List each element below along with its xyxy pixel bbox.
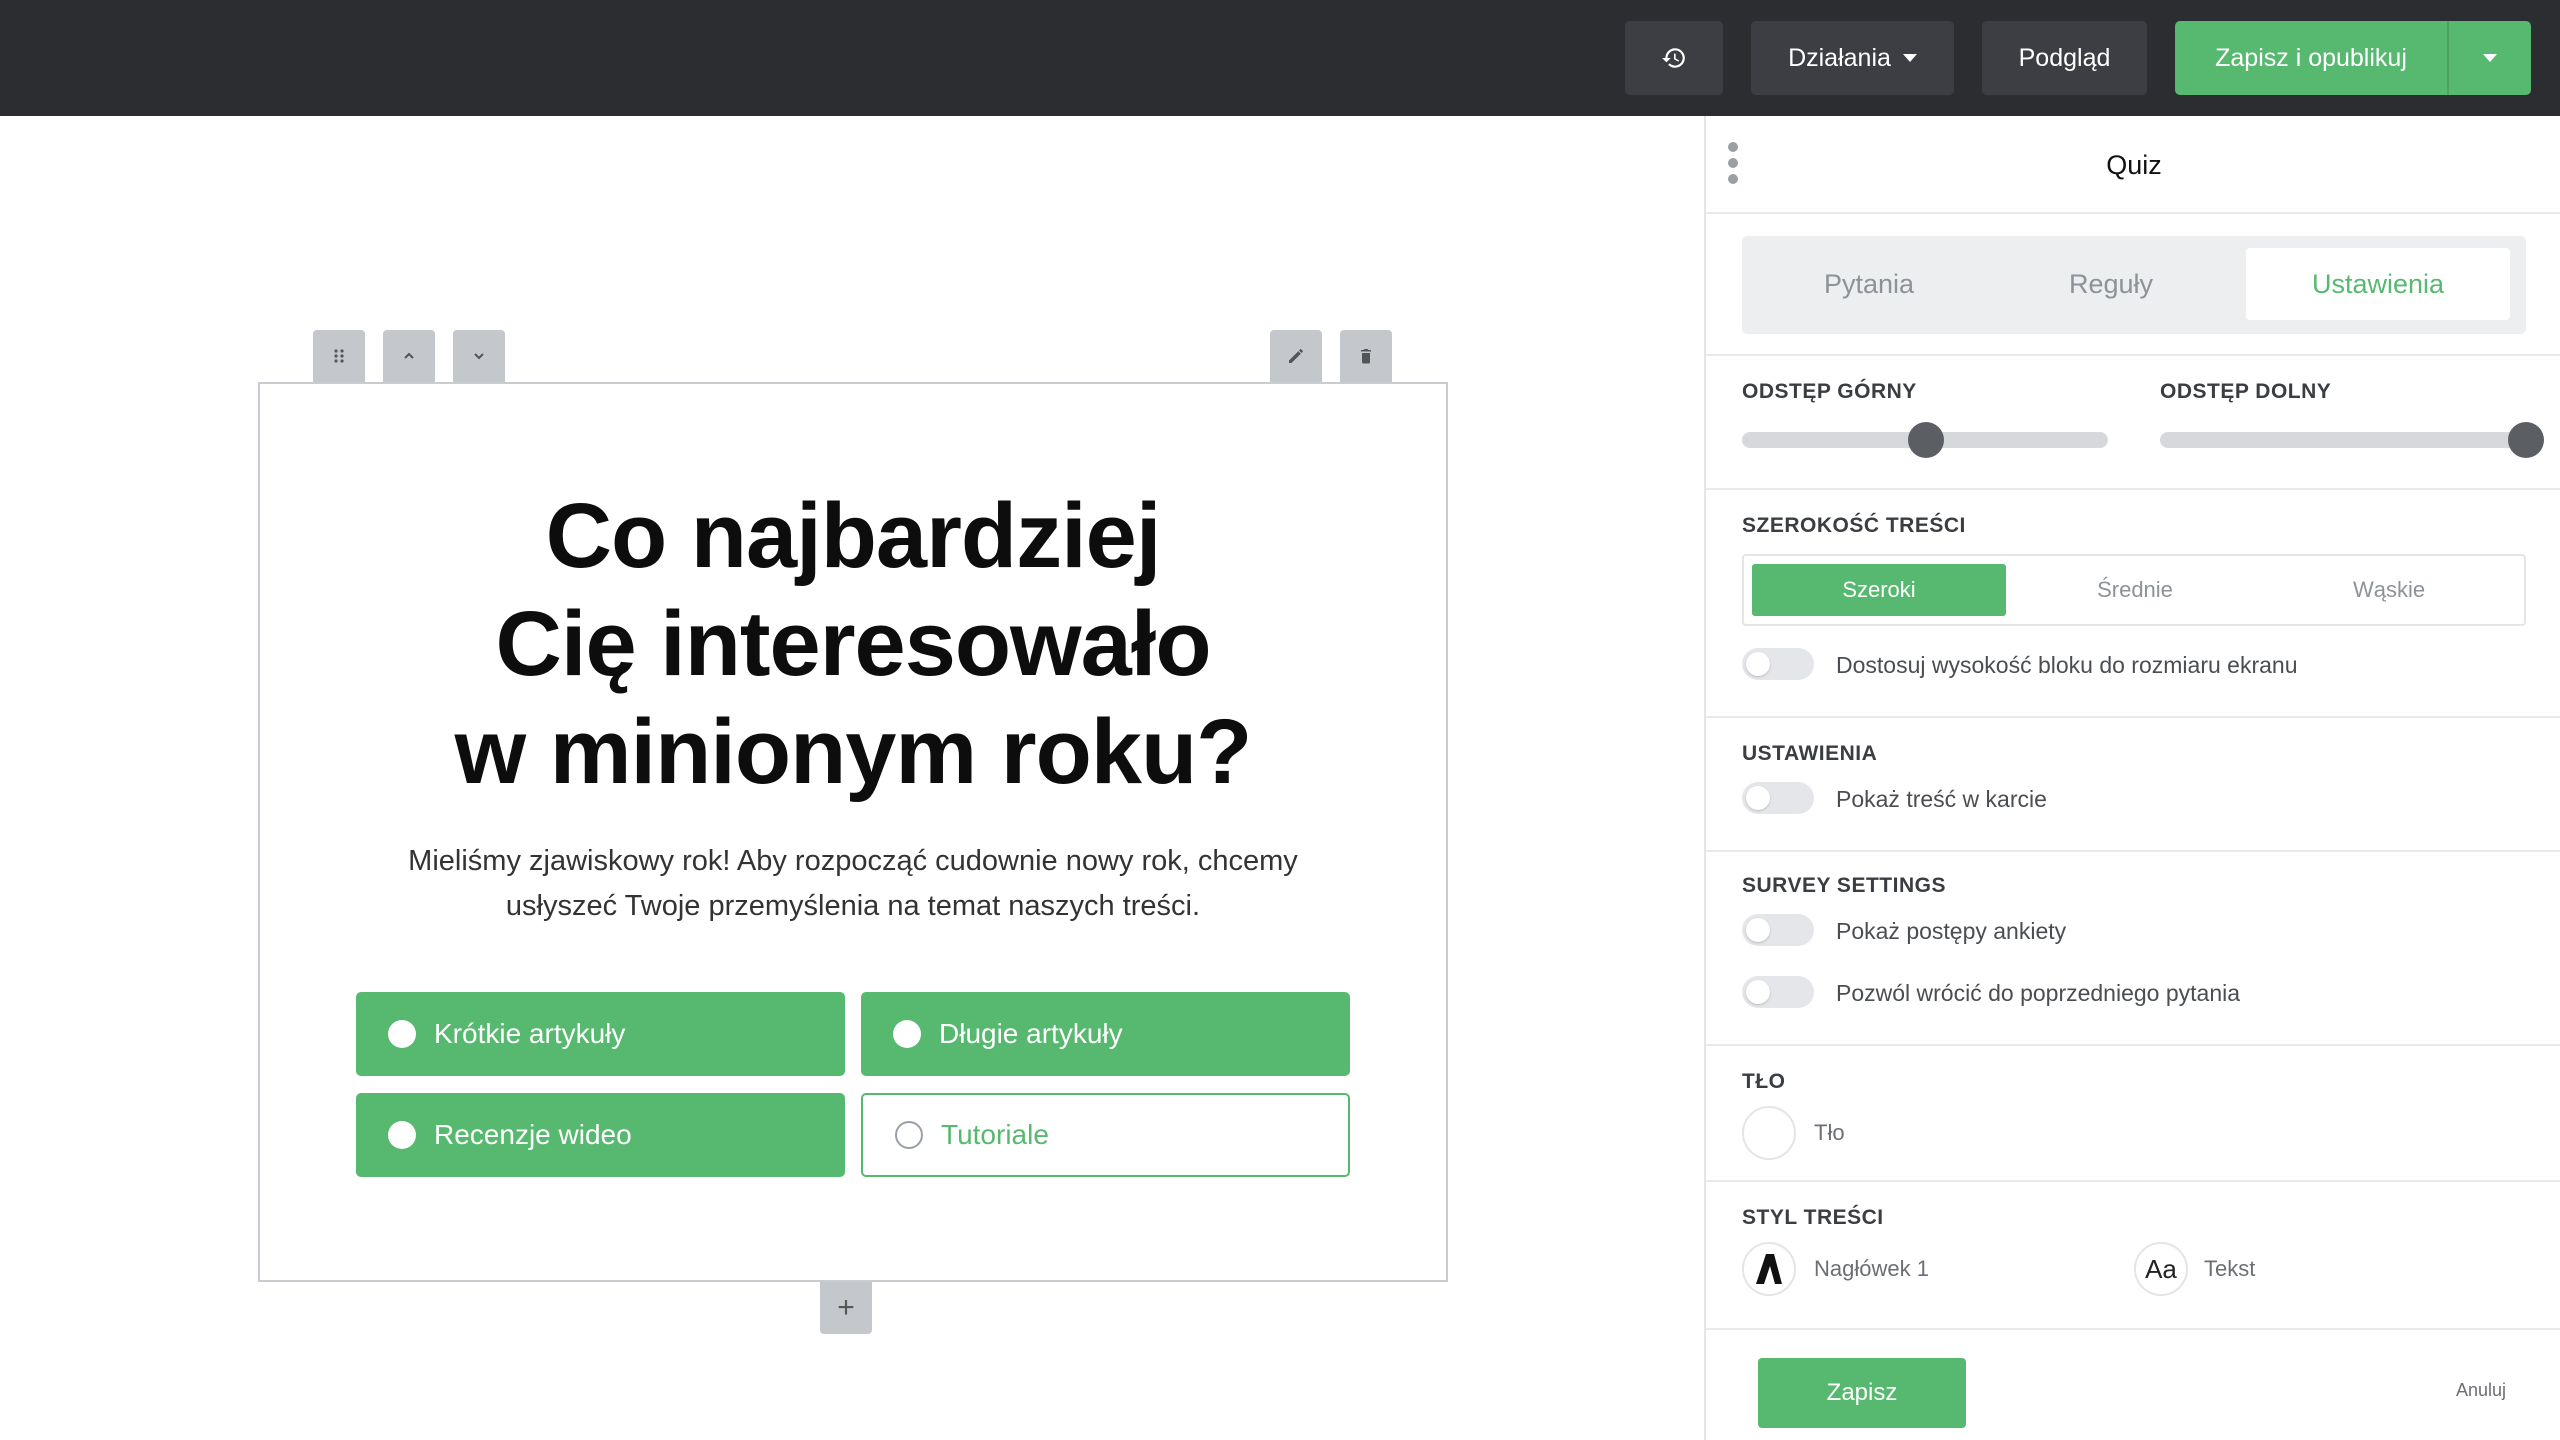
width-option-wide[interactable]: Szeroki [1752, 564, 2006, 616]
content-width-label: SZEROKOŚĆ TREŚCI [1742, 514, 1966, 537]
history-button[interactable] [1625, 21, 1723, 95]
top-spacing-slider-handle[interactable] [1908, 422, 1944, 458]
preview-label: Podgląd [2018, 43, 2111, 72]
actions-label: Działania [1788, 43, 1891, 72]
editor-canvas: Co najbardziej Cię interesowało w minion… [0, 116, 1704, 1440]
caret-down-icon [1902, 54, 1917, 62]
answer-label: Krótkie artykuły [434, 1018, 626, 1049]
radio-icon [895, 1121, 923, 1149]
divider [1706, 1044, 2560, 1046]
survey-progress-label: Pokaż postępy ankiety [1836, 918, 2067, 944]
content-style-label: STYL TREŚCI [1742, 1206, 1884, 1229]
quiz-title: Co najbardziej Cię interesowało w minion… [454, 485, 1253, 803]
heading-font-icon [1742, 1242, 1796, 1296]
heading-style-label: Nagłówek 1 [1814, 1256, 1929, 1281]
settings-section-label: USTAWIENIA [1742, 742, 1878, 765]
fit-screen-toggle[interactable] [1742, 648, 1814, 680]
actions-dropdown[interactable]: Działania [1751, 21, 1954, 95]
radio-icon [388, 1121, 416, 1149]
move-down-button[interactable] [453, 330, 505, 382]
quiz-block[interactable]: Co najbardziej Cię interesowało w minion… [258, 382, 1448, 1282]
answer-label: Tutoriale [941, 1119, 1049, 1150]
plus-icon: + [837, 1291, 855, 1324]
quiz-description: Mieliśmy zjawiskowy rok! Aby rozpocząć c… [408, 845, 1298, 922]
top-spacing-label: ODSTĘP GÓRNY [1742, 380, 1917, 403]
answer-label: Długie artykuły [939, 1018, 1123, 1049]
add-block-button[interactable]: + [820, 1282, 872, 1334]
chevron-down-icon [474, 353, 484, 360]
chevron-up-icon [404, 352, 414, 359]
answer-label: Recenzje wideo [434, 1119, 632, 1150]
fit-screen-label: Dostosuj wysokość bloku do rozmiaru ekra… [1836, 652, 2298, 678]
content-width-selector: Szeroki Średnie Wąskie [1742, 554, 2526, 626]
bottom-spacing-slider[interactable] [2160, 432, 2544, 448]
background-swatch-label: Tło [1814, 1120, 1845, 1145]
answer-option[interactable]: Recenzje wideo [356, 1093, 845, 1177]
trash-icon [1361, 349, 1371, 364]
panel-footer: Zapisz Anuluj [1706, 1328, 2560, 1440]
drag-icon [334, 349, 344, 363]
save-button[interactable]: Zapisz [1758, 1358, 1966, 1428]
bottom-spacing-label: ODSTĘP DOLNY [2160, 380, 2332, 403]
answer-option[interactable]: Tutoriale [861, 1093, 1350, 1177]
text-font-icon: Aa [2145, 1253, 2177, 1284]
allow-back-label: Pozwól wrócić do poprzedniego pytania [1836, 980, 2241, 1006]
save-publish-button[interactable]: Zapisz i opublikuj [2175, 21, 2447, 95]
divider [1706, 1180, 2560, 1182]
width-option-narrow[interactable]: Wąskie [2262, 564, 2516, 616]
heading-style-button[interactable] [1742, 1242, 1796, 1296]
survey-settings-label: SURVEY SETTINGS [1742, 874, 1946, 897]
background-color-swatch[interactable] [1742, 1106, 1796, 1160]
delete-block-button[interactable] [1340, 330, 1392, 382]
show-in-card-toggle[interactable] [1742, 782, 1814, 814]
move-up-button[interactable] [383, 330, 435, 382]
divider [1706, 354, 2560, 356]
divider [1706, 850, 2560, 852]
answer-option[interactable]: Krótkie artykuły [356, 992, 845, 1076]
preview-button[interactable]: Podgląd [1982, 21, 2147, 95]
tab-rules[interactable]: Reguły [1996, 248, 2226, 320]
background-section-label: TŁO [1742, 1070, 1786, 1093]
allow-back-toggle[interactable] [1742, 976, 1814, 1008]
answer-option[interactable]: Długie artykuły [861, 992, 1350, 1076]
radio-icon [893, 1020, 921, 1048]
panel-title: Quiz [2106, 150, 2162, 180]
cancel-button[interactable]: Anuluj [2456, 1380, 2506, 1401]
save-publish-label: Zapisz i opublikuj [2215, 43, 2407, 72]
text-style-button[interactable]: Aa [2134, 1242, 2188, 1296]
publish-options-button[interactable] [2447, 21, 2531, 95]
width-option-medium[interactable]: Średnie [2008, 564, 2262, 616]
top-bar: Działania Podgląd Zapisz i opublikuj [0, 0, 2560, 116]
tab-questions[interactable]: Pytania [1754, 248, 1984, 320]
pencil-icon [1289, 349, 1303, 363]
history-icon [1662, 48, 1685, 68]
edit-block-button[interactable] [1270, 330, 1322, 382]
show-in-card-label: Pokaż treść w karcie [1836, 786, 2047, 812]
survey-progress-toggle[interactable] [1742, 914, 1814, 946]
settings-panel: Quiz Pytania Reguły Ustawienia ODSTĘP GÓ… [1704, 116, 2560, 1440]
text-style-label: Tekst [2204, 1256, 2256, 1281]
divider [1706, 212, 2560, 214]
panel-tabs: Pytania Reguły Ustawienia [1742, 236, 2526, 334]
tab-settings[interactable]: Ustawienia [2246, 248, 2510, 320]
radio-icon [388, 1020, 416, 1048]
divider [1706, 488, 2560, 490]
drag-handle[interactable] [313, 330, 365, 382]
caret-down-icon [2483, 54, 2497, 62]
bottom-spacing-slider-handle[interactable] [2508, 422, 2544, 458]
divider [1706, 716, 2560, 718]
